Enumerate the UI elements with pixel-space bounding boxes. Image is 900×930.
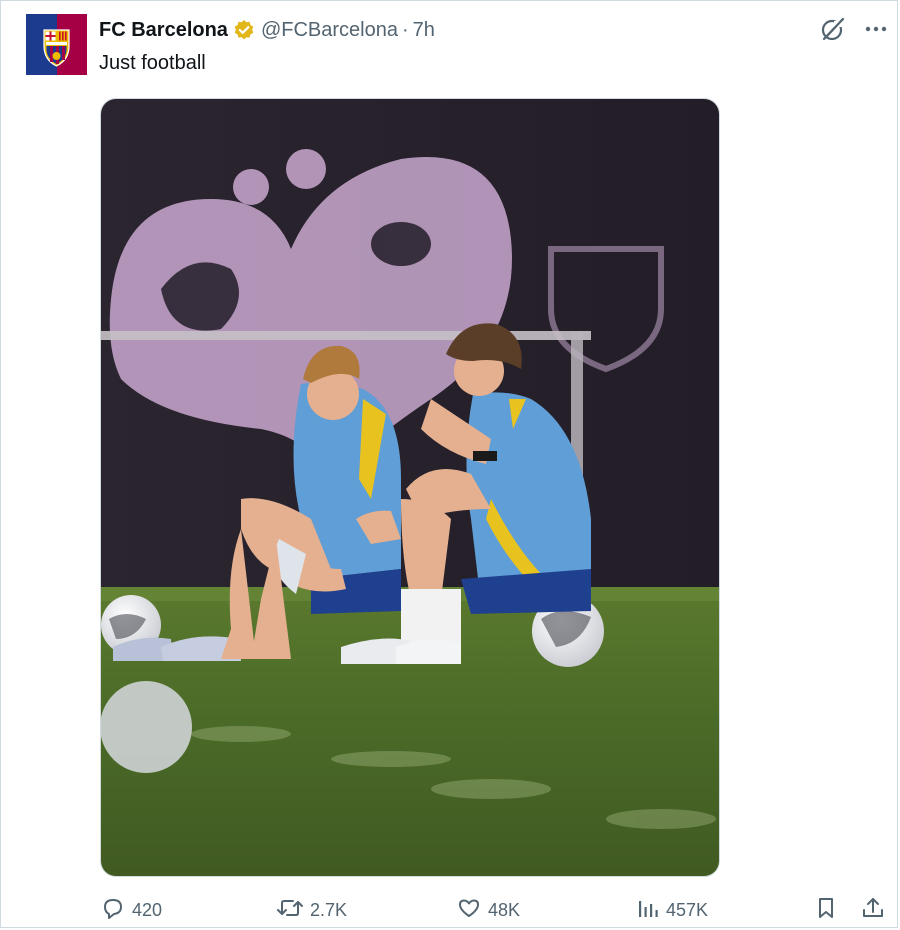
bookmark-icon — [814, 895, 838, 926]
post-header: FC Barcelona @FCBarcelona · 7h — [99, 17, 435, 43]
post-media-photo[interactable] — [100, 98, 720, 877]
reply-icon — [100, 895, 126, 926]
reply-button[interactable]: 420 — [100, 895, 162, 926]
more-icon[interactable] — [864, 17, 888, 41]
views-icon — [636, 895, 660, 926]
like-icon — [456, 895, 482, 926]
author-avatar[interactable] — [26, 14, 87, 75]
share-icon — [860, 895, 886, 926]
verified-badge-icon — [233, 19, 255, 41]
views-button[interactable]: 457K — [636, 895, 708, 926]
like-count: 48K — [488, 900, 521, 920]
post-time[interactable]: 7h — [413, 19, 435, 42]
share-button[interactable] — [860, 895, 886, 926]
separator-dot: · — [401, 18, 409, 41]
post-top-actions — [820, 16, 888, 42]
like-button[interactable]: 48K — [456, 895, 520, 926]
repost-button[interactable]: 2.7K — [276, 895, 347, 926]
views-count: 457K — [666, 900, 709, 920]
reply-count: 420 — [132, 900, 163, 920]
repost-icon — [276, 895, 304, 926]
bookmark-button[interactable] — [814, 895, 838, 926]
repost-count: 2.7K — [310, 900, 348, 920]
grok-icon[interactable] — [820, 16, 846, 42]
author-handle[interactable]: @FCBarcelona — [261, 19, 398, 42]
author-name[interactable]: FC Barcelona — [99, 19, 228, 42]
post-text: Just football — [99, 52, 206, 74]
post-action-bar: 420 2.7K 48K 457K — [100, 895, 890, 925]
